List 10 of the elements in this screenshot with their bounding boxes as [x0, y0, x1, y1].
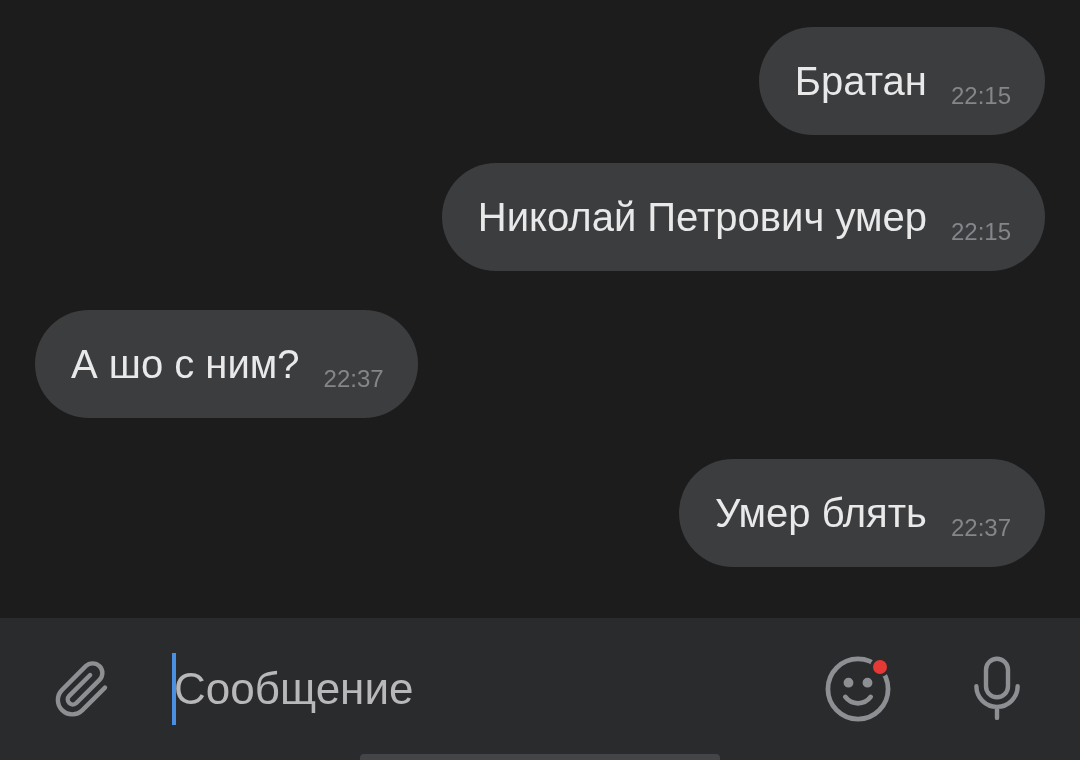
message-time: 22:15 [950, 81, 1011, 111]
message-time: 22:37 [323, 364, 384, 394]
text-cursor [172, 653, 176, 725]
message-text: Николай Петрович умер [477, 194, 927, 241]
message-input[interactable]: Сообщение [174, 656, 734, 722]
message-text: Умер блять [714, 490, 927, 537]
message-time: 22:37 [950, 513, 1011, 543]
message-text: А шо с ним? [71, 341, 300, 388]
message-text: Братан [794, 58, 927, 105]
message-time: 22:15 [950, 217, 1011, 247]
